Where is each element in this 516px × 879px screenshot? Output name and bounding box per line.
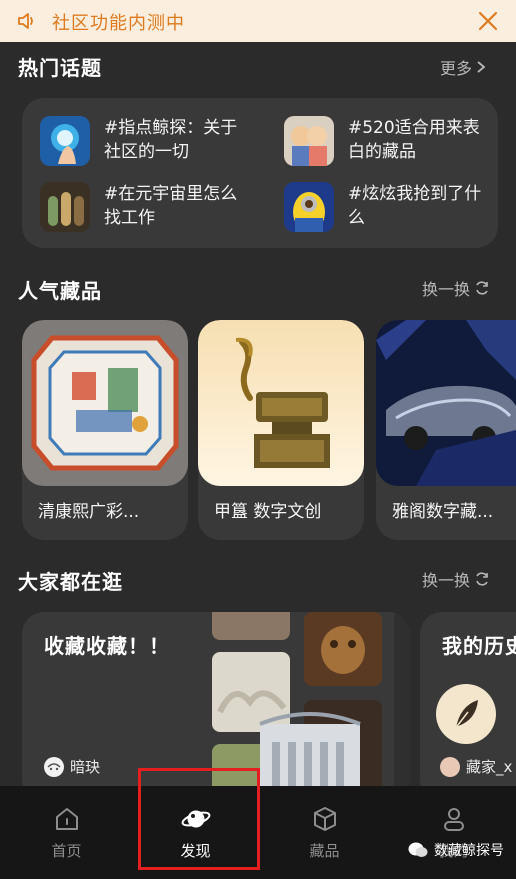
more-label: 更多 xyxy=(440,59,473,78)
refresh-label: 换一换 xyxy=(422,571,471,590)
tab-label: 首页 xyxy=(51,842,82,860)
avatar xyxy=(440,756,460,777)
browse-card-title: 我的历史 xyxy=(442,634,516,658)
tab-profile[interactable]: 我的 xyxy=(389,786,516,879)
topic-thumbnail xyxy=(284,182,334,232)
hot-topics-card: #指点鲸探：关于社区的一切 #520适合用来表白的藏品 #在元宇宙里怎么找工作 … xyxy=(22,98,498,248)
topic-thumbnail xyxy=(284,116,334,166)
tab-home[interactable]: 首页 xyxy=(2,786,131,879)
refresh-icon xyxy=(476,572,488,586)
notice-text: 社区功能内测中 xyxy=(52,13,185,34)
collection-image xyxy=(376,320,516,486)
cube-icon xyxy=(313,807,336,831)
more-topics-link[interactable]: 更多 xyxy=(440,55,486,79)
watermark-text: 数藏鲸探号 xyxy=(434,843,504,859)
topic-item[interactable]: #指点鲸探：关于社区的一切 xyxy=(40,116,244,166)
browse-card-title: 收藏收藏！！ xyxy=(44,634,170,658)
person-icon xyxy=(443,808,464,831)
feather-icon xyxy=(436,684,496,744)
highlight-box xyxy=(138,768,260,870)
topic-label: #在元宇宙里怎么找工作 xyxy=(104,184,238,228)
collection-image xyxy=(22,320,188,486)
avatar xyxy=(44,756,64,777)
hot-topics-title: 热门话题 xyxy=(18,56,102,80)
collection-card[interactable]: 甲簋 数字文创 xyxy=(198,320,364,540)
home-icon xyxy=(55,808,78,830)
author[interactable]: 暗玦 xyxy=(44,756,100,777)
popular-refresh-button[interactable]: 换一换 xyxy=(422,276,490,300)
refresh-icon xyxy=(476,281,488,295)
chevron-right-icon xyxy=(477,61,486,73)
topic-thumbnail xyxy=(40,182,90,232)
refresh-label: 换一换 xyxy=(422,280,471,299)
topic-label: #指点鲸探：关于社区的一切 xyxy=(104,118,238,162)
topic-label: #520适合用来表白的藏品 xyxy=(348,118,480,162)
browse-title: 大家都在逛 xyxy=(18,570,123,594)
author-name: 暗玦 xyxy=(70,758,101,776)
browse-card[interactable]: 我的历史 藏家_x xyxy=(420,612,516,802)
speaker-icon xyxy=(18,13,33,29)
browse-refresh-button[interactable]: 换一换 xyxy=(422,567,490,591)
collection-card[interactable]: 雅阁数字藏... xyxy=(376,320,516,540)
tab-label: 藏品 xyxy=(309,842,340,860)
collection-image xyxy=(198,320,364,486)
topic-item[interactable]: #炫炫我抢到了什么 xyxy=(284,182,488,232)
author-name: 藏家_x xyxy=(466,758,513,776)
close-icon[interactable] xyxy=(476,9,500,33)
topic-thumbnail xyxy=(40,116,90,166)
collection-name: 清康熙广彩... xyxy=(38,502,140,522)
author[interactable]: 藏家_x xyxy=(440,756,512,777)
chat-bubble-icon xyxy=(408,842,428,857)
tab-collections[interactable]: 藏品 xyxy=(260,786,389,879)
notice-bar: 社区功能内测中 xyxy=(0,0,516,42)
topic-item[interactable]: #在元宇宙里怎么找工作 xyxy=(40,182,244,232)
popular-title: 人气藏品 xyxy=(18,279,102,303)
topic-item[interactable]: #520适合用来表白的藏品 xyxy=(284,116,488,166)
topic-label: #炫炫我抢到了什么 xyxy=(348,184,482,228)
watermark: 数藏鲸探号 xyxy=(408,840,504,860)
collection-name: 雅阁数字藏... xyxy=(392,502,494,522)
collection-name: 甲簋 数字文创 xyxy=(214,502,322,522)
collection-card[interactable]: 清康熙广彩... xyxy=(22,320,188,540)
